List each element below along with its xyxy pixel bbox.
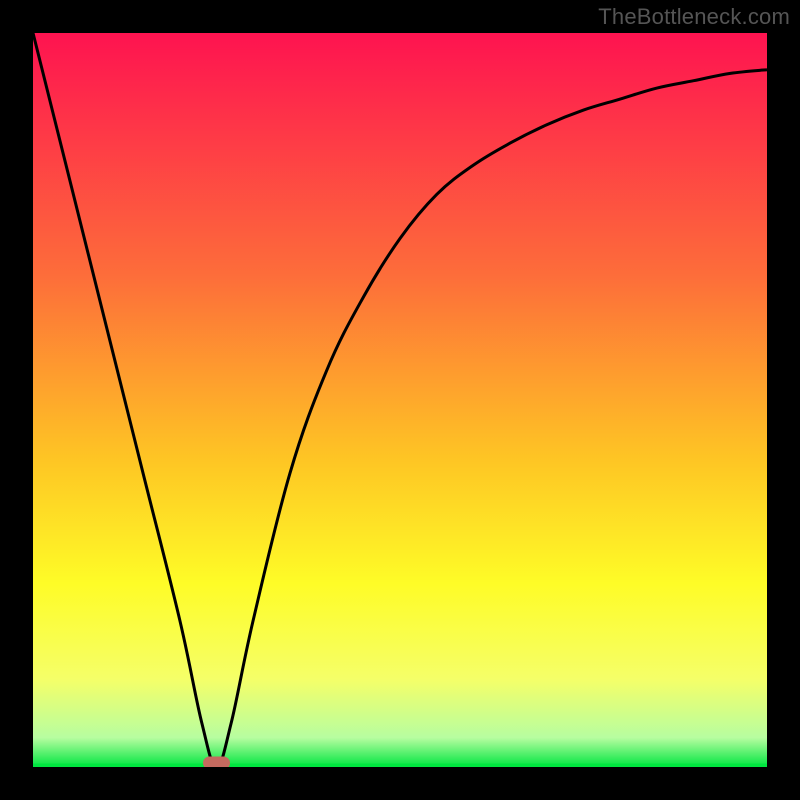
optimal-marker (204, 757, 230, 767)
plot-area (33, 33, 767, 767)
chart-frame: TheBottleneck.com (0, 0, 800, 800)
gradient-background (33, 33, 767, 767)
watermark-text: TheBottleneck.com (598, 4, 790, 30)
bottleneck-chart (33, 33, 767, 767)
